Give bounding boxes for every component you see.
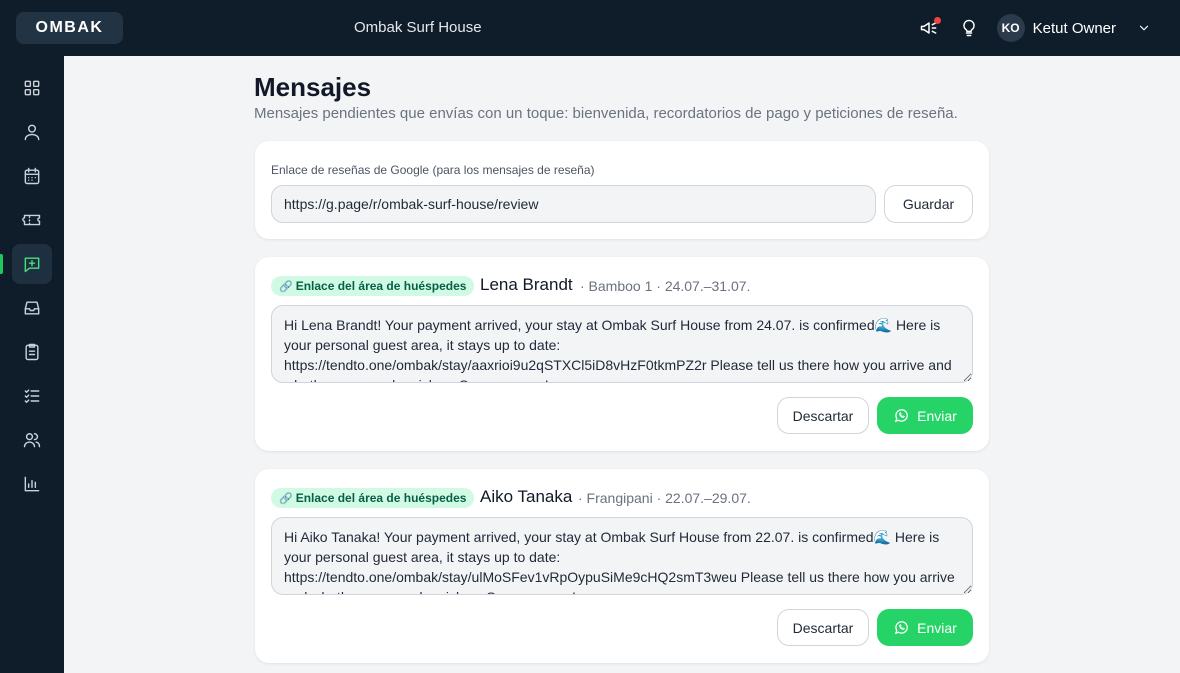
review-link-card: Enlace de reseñas de Google (para los me… <box>255 141 989 239</box>
user-icon <box>24 124 40 141</box>
logo[interactable]: OMBAK <box>16 12 123 44</box>
message-card: 🔗 Enlace del área de huéspedes Lena Bran… <box>255 257 989 451</box>
sidebar-item-reports[interactable] <box>12 464 52 504</box>
bar-chart-icon <box>24 476 40 492</box>
top-right-actions: KO Ketut Owner <box>917 0 1156 56</box>
inbox-icon <box>24 301 40 315</box>
chevron-down-icon[interactable] <box>1132 16 1156 40</box>
link-icon: 🔗 <box>279 280 293 293</box>
notification-dot <box>933 17 941 24</box>
whatsapp-icon <box>894 409 909 423</box>
send-whatsapp-button[interactable]: Enviar <box>877 609 973 646</box>
sidebar-item-checklists[interactable] <box>12 376 52 416</box>
ticket-icon <box>22 214 41 226</box>
calendar-icon <box>24 167 40 185</box>
user-name[interactable]: Ketut Owner <box>1033 20 1116 37</box>
save-button[interactable]: Guardar <box>884 185 973 223</box>
users-icon <box>23 433 41 448</box>
dashboard-icon <box>24 80 40 96</box>
whatsapp-icon <box>894 621 909 635</box>
guest-area-tag-label: Enlace del área de huéspedes <box>295 279 467 293</box>
guest-name: Lena Brandt <box>480 275 573 294</box>
lightbulb-icon[interactable] <box>957 16 981 40</box>
guest-area-tag: 🔗 Enlace del área de huéspedes <box>271 488 475 508</box>
send-label: Enviar <box>917 407 957 424</box>
message-card: 🔗 Enlace del área de huéspedes Aiko Tana… <box>255 469 989 663</box>
send-label: Enviar <box>917 619 957 636</box>
sidebar-item-messages[interactable] <box>12 244 52 284</box>
discard-button[interactable]: Descartar <box>777 397 869 434</box>
clipboard-icon <box>25 343 39 361</box>
sidebar <box>0 56 64 673</box>
booking-meta: · Bamboo 1 · 24.07.–31.07. <box>580 278 751 294</box>
megaphone-icon[interactable] <box>917 16 941 40</box>
top-bar: OMBAK Ombak Surf House KO Ketut Owner <box>0 0 1180 56</box>
checklist-icon <box>24 389 40 403</box>
guest-name: Aiko Tanaka <box>480 487 573 506</box>
sidebar-item-team[interactable] <box>12 420 52 460</box>
review-link-label: Enlace de reseñas de Google (para los me… <box>271 163 595 177</box>
sidebar-item-tasks[interactable] <box>12 332 52 372</box>
link-icon: 🔗 <box>279 492 293 505</box>
guest-area-tag-label: Enlace del área de huéspedes <box>295 491 467 505</box>
sidebar-item-inbox[interactable] <box>12 288 52 328</box>
sidebar-item-dashboard[interactable] <box>12 68 52 108</box>
sidebar-item-tickets[interactable] <box>12 200 52 240</box>
avatar[interactable]: KO <box>996 14 1025 42</box>
active-indicator <box>0 254 3 274</box>
send-whatsapp-button[interactable]: Enviar <box>877 397 973 434</box>
message-textarea[interactable]: Hi Lena Brandt! Your payment arrived, yo… <box>271 305 973 383</box>
property-name: Ombak Surf House <box>354 19 482 36</box>
page-subtitle: Mensajes pendientes que envías con un to… <box>254 105 958 122</box>
page-title: Mensajes <box>254 72 372 102</box>
sidebar-item-calendar[interactable] <box>12 156 52 196</box>
booking-meta: · Frangipani · 22.07.–29.07. <box>578 490 751 506</box>
message-textarea[interactable]: Hi Aiko Tanaka! Your payment arrived, yo… <box>271 517 973 595</box>
guest-area-tag: 🔗 Enlace del área de huéspedes <box>271 276 475 296</box>
discard-button[interactable]: Descartar <box>777 609 869 646</box>
sidebar-item-guests[interactable] <box>12 112 52 152</box>
message-plus-icon <box>24 257 40 273</box>
review-link-input[interactable] <box>271 185 876 223</box>
